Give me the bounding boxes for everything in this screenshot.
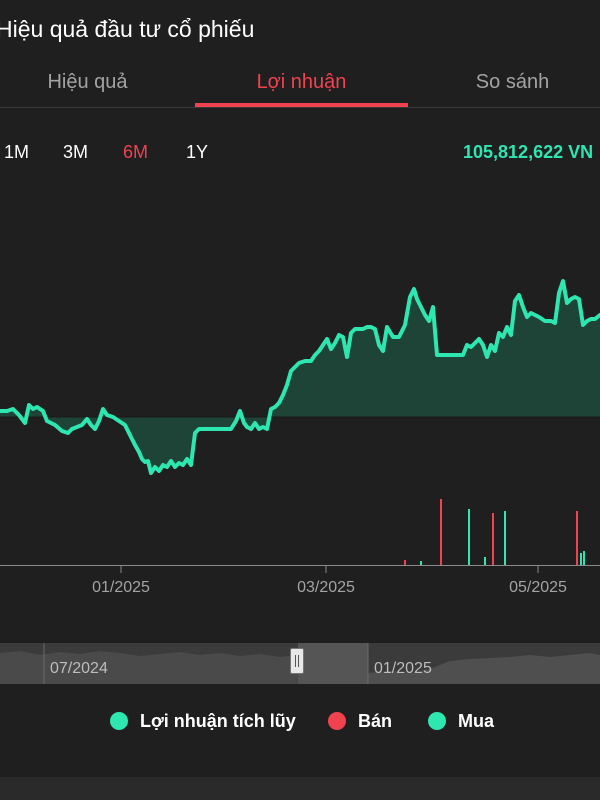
range-6m-button[interactable]: 6M [123,142,148,163]
range-1m-button[interactable]: 1M [4,142,29,163]
sell-volume-bar [492,513,494,565]
x-tick-label: 03/2025 [297,579,355,596]
x-tick-label: 05/2025 [509,579,567,596]
buy-volume-bar [504,511,506,565]
tab-hieu-qua[interactable]: Hiệu quả [0,60,175,104]
buy-volume-bar [420,561,422,565]
navigator-drag-handle[interactable] [290,648,304,674]
x-tick-label: 01/2025 [92,579,150,596]
sell-volume-bar [576,511,578,565]
legend-dot-buy [428,712,446,730]
legend-item-sell[interactable]: Bán [328,708,392,734]
legend-label: Lợi nhuận tích lũy [140,710,296,731]
legend-label: Mua [458,710,494,731]
legend-item-buy[interactable]: Mua [428,708,494,734]
legend-dot-profit [110,712,128,730]
profit-area [0,281,600,473]
navigator-label: 01/2025 [374,660,432,677]
tab-bar: Hiệu quả Lợi nhuận So sánh [0,60,600,108]
tab-loi-nhuan[interactable]: Lợi nhuận [195,60,408,104]
bottom-bar [0,777,600,800]
chart-legend: Lợi nhuận tích lũy Bán Mua [0,708,600,734]
buy-volume-bar [583,551,585,565]
range-1y-button[interactable]: 1Y [186,142,208,163]
navigator-label: 07/2024 [50,660,108,677]
sell-volume-bar [404,560,406,565]
buy-volume-bar [580,553,582,565]
buy-volume-bar [468,509,470,565]
sell-volume-bar [440,499,442,565]
page-title: Hiệu quả đầu tư cổ phiếu [0,16,255,42]
profit-chart[interactable] [0,180,600,580]
legend-dot-sell [328,712,346,730]
legend-item-profit[interactable]: Lợi nhuận tích lũy [110,708,296,734]
tab-divider [0,107,600,108]
tab-so-sanh[interactable]: So sánh [425,60,600,104]
legend-label: Bán [358,710,393,731]
buy-volume-bar [484,557,486,565]
range-3m-button[interactable]: 3M [63,142,88,163]
current-profit-value: 105,812,622 VN [463,142,594,162]
